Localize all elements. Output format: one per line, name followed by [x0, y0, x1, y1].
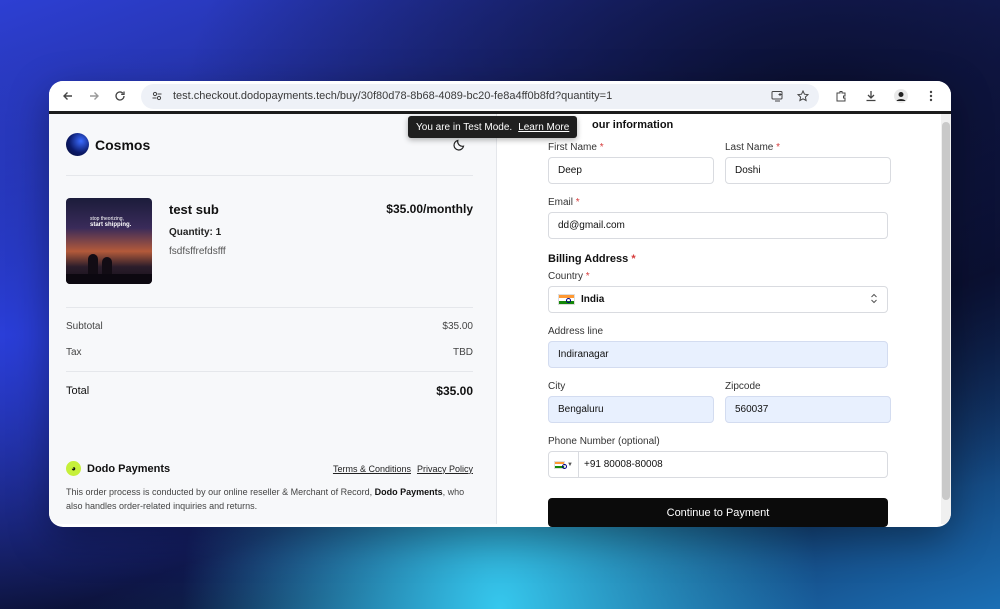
site-settings-icon[interactable] — [149, 88, 165, 104]
chevron-updown-icon — [870, 293, 878, 306]
checkout-page: You are in Test Mode. Learn More Cosmos … — [49, 114, 951, 527]
extensions-icon[interactable] — [833, 88, 849, 104]
scrollbar-thumb[interactable] — [942, 122, 950, 500]
phone-field: ▼ +91 80008-80008 — [548, 451, 888, 478]
product-name: test sub — [169, 202, 219, 217]
merchant-note: This order process is conducted by our o… — [66, 486, 473, 514]
test-mode-text: You are in Test Mode. — [416, 121, 513, 133]
product-image: stop theorizing, start shipping. — [66, 198, 152, 284]
required-mark: * — [585, 271, 590, 282]
subtotal-label: Subtotal — [66, 320, 103, 332]
customer-form: our information First Name * Deep Last N… — [497, 114, 951, 527]
form-section-title: our information — [592, 119, 674, 131]
india-flag-icon — [554, 460, 568, 469]
test-mode-banner: You are in Test Mode. Learn More — [408, 116, 578, 138]
browser-toolbar: test.checkout.dodopayments.tech/buy/30f8… — [49, 81, 951, 114]
phone-label: Phone Number (optional) — [548, 436, 660, 447]
email-input[interactable]: dd@gmail.com — [548, 212, 888, 239]
url-text[interactable]: test.checkout.dodopayments.tech/buy/30f8… — [165, 90, 769, 102]
tax-label: Tax — [66, 346, 82, 358]
country-select[interactable]: India — [548, 286, 888, 313]
more-menu-icon[interactable] — [923, 88, 939, 104]
phone-input[interactable]: +91 80008-80008 — [579, 452, 663, 477]
first-name-input[interactable]: Deep — [548, 157, 714, 184]
country-value: India — [581, 294, 605, 305]
last-name-label: Last Name — [725, 142, 774, 153]
product-description: fsdfsffrefdsfff — [169, 246, 226, 257]
note-brand: Dodo Payments — [374, 487, 443, 498]
reload-icon[interactable] — [109, 85, 131, 107]
total-label: Total — [66, 384, 90, 397]
country-code-select[interactable]: ▼ — [549, 452, 579, 477]
required-mark: * — [776, 142, 781, 153]
city-input[interactable]: Bengaluru — [548, 396, 714, 423]
scrollbar[interactable] — [941, 114, 951, 524]
required-mark: * — [575, 197, 580, 208]
browser-window: test.checkout.dodopayments.tech/buy/30f8… — [49, 81, 951, 527]
required-mark: * — [599, 142, 604, 153]
bookmark-star-icon[interactable] — [795, 88, 811, 104]
subtotal-value: $35.00 — [442, 320, 473, 332]
price-summary: Subtotal $35.00 Tax TBD Total $35.00 — [66, 307, 473, 409]
product-price: $35.00/monthly — [386, 202, 473, 216]
address-label: Address line — [548, 326, 604, 337]
dodo-logo-icon: ◕ — [66, 461, 81, 477]
zip-input[interactable]: 560037 — [725, 396, 891, 423]
continue-to-payment-button[interactable]: Continue to Payment — [548, 498, 888, 527]
store-name: Cosmos — [95, 136, 151, 153]
profile-avatar-icon[interactable] — [893, 88, 909, 104]
first-name-label: First Name — [548, 142, 597, 153]
total-row: Total $35.00 — [66, 371, 473, 409]
subtotal-row: Subtotal $35.00 — [66, 313, 473, 339]
order-summary-panel: Cosmos stop theorizing, start shipping. … — [49, 114, 497, 524]
product-item: stop theorizing, start shipping. test su… — [66, 198, 473, 284]
terms-link[interactable]: Terms & Conditions — [333, 464, 411, 474]
moon-icon[interactable] — [451, 137, 467, 153]
product-quantity: Quantity: 1 — [169, 227, 222, 238]
required-mark: * — [631, 253, 636, 265]
thumb-line-2: start shipping. — [90, 222, 132, 228]
email-label: Email — [548, 197, 574, 208]
total-value: $35.00 — [436, 383, 473, 398]
learn-more-link[interactable]: Learn More — [518, 122, 569, 133]
note-text-pre: This order process is conducted by our o… — [66, 487, 375, 498]
caret-down-icon: ▼ — [567, 461, 573, 468]
tax-row: Tax TBD — [66, 339, 473, 365]
city-label: City — [548, 381, 566, 392]
address-bar[interactable]: test.checkout.dodopayments.tech/buy/30f8… — [141, 83, 819, 109]
tax-value: TBD — [453, 346, 473, 358]
forward-icon[interactable] — [83, 85, 105, 107]
dodo-brand: Dodo Payments — [87, 462, 171, 475]
download-icon[interactable] — [863, 88, 879, 104]
india-flag-icon — [558, 294, 575, 305]
store-logo — [66, 133, 89, 156]
zip-label: Zipcode — [725, 381, 761, 392]
billing-title: Billing Address — [548, 253, 629, 265]
back-icon[interactable] — [57, 85, 79, 107]
address-input[interactable]: Indiranagar — [548, 341, 888, 368]
merchant-footer: ◕ Dodo Payments Terms & Conditions Priva… — [66, 461, 473, 514]
privacy-link[interactable]: Privacy Policy — [417, 464, 473, 474]
last-name-input[interactable]: Doshi — [725, 157, 891, 184]
country-label: Country — [548, 271, 584, 282]
install-app-icon[interactable] — [769, 88, 785, 104]
